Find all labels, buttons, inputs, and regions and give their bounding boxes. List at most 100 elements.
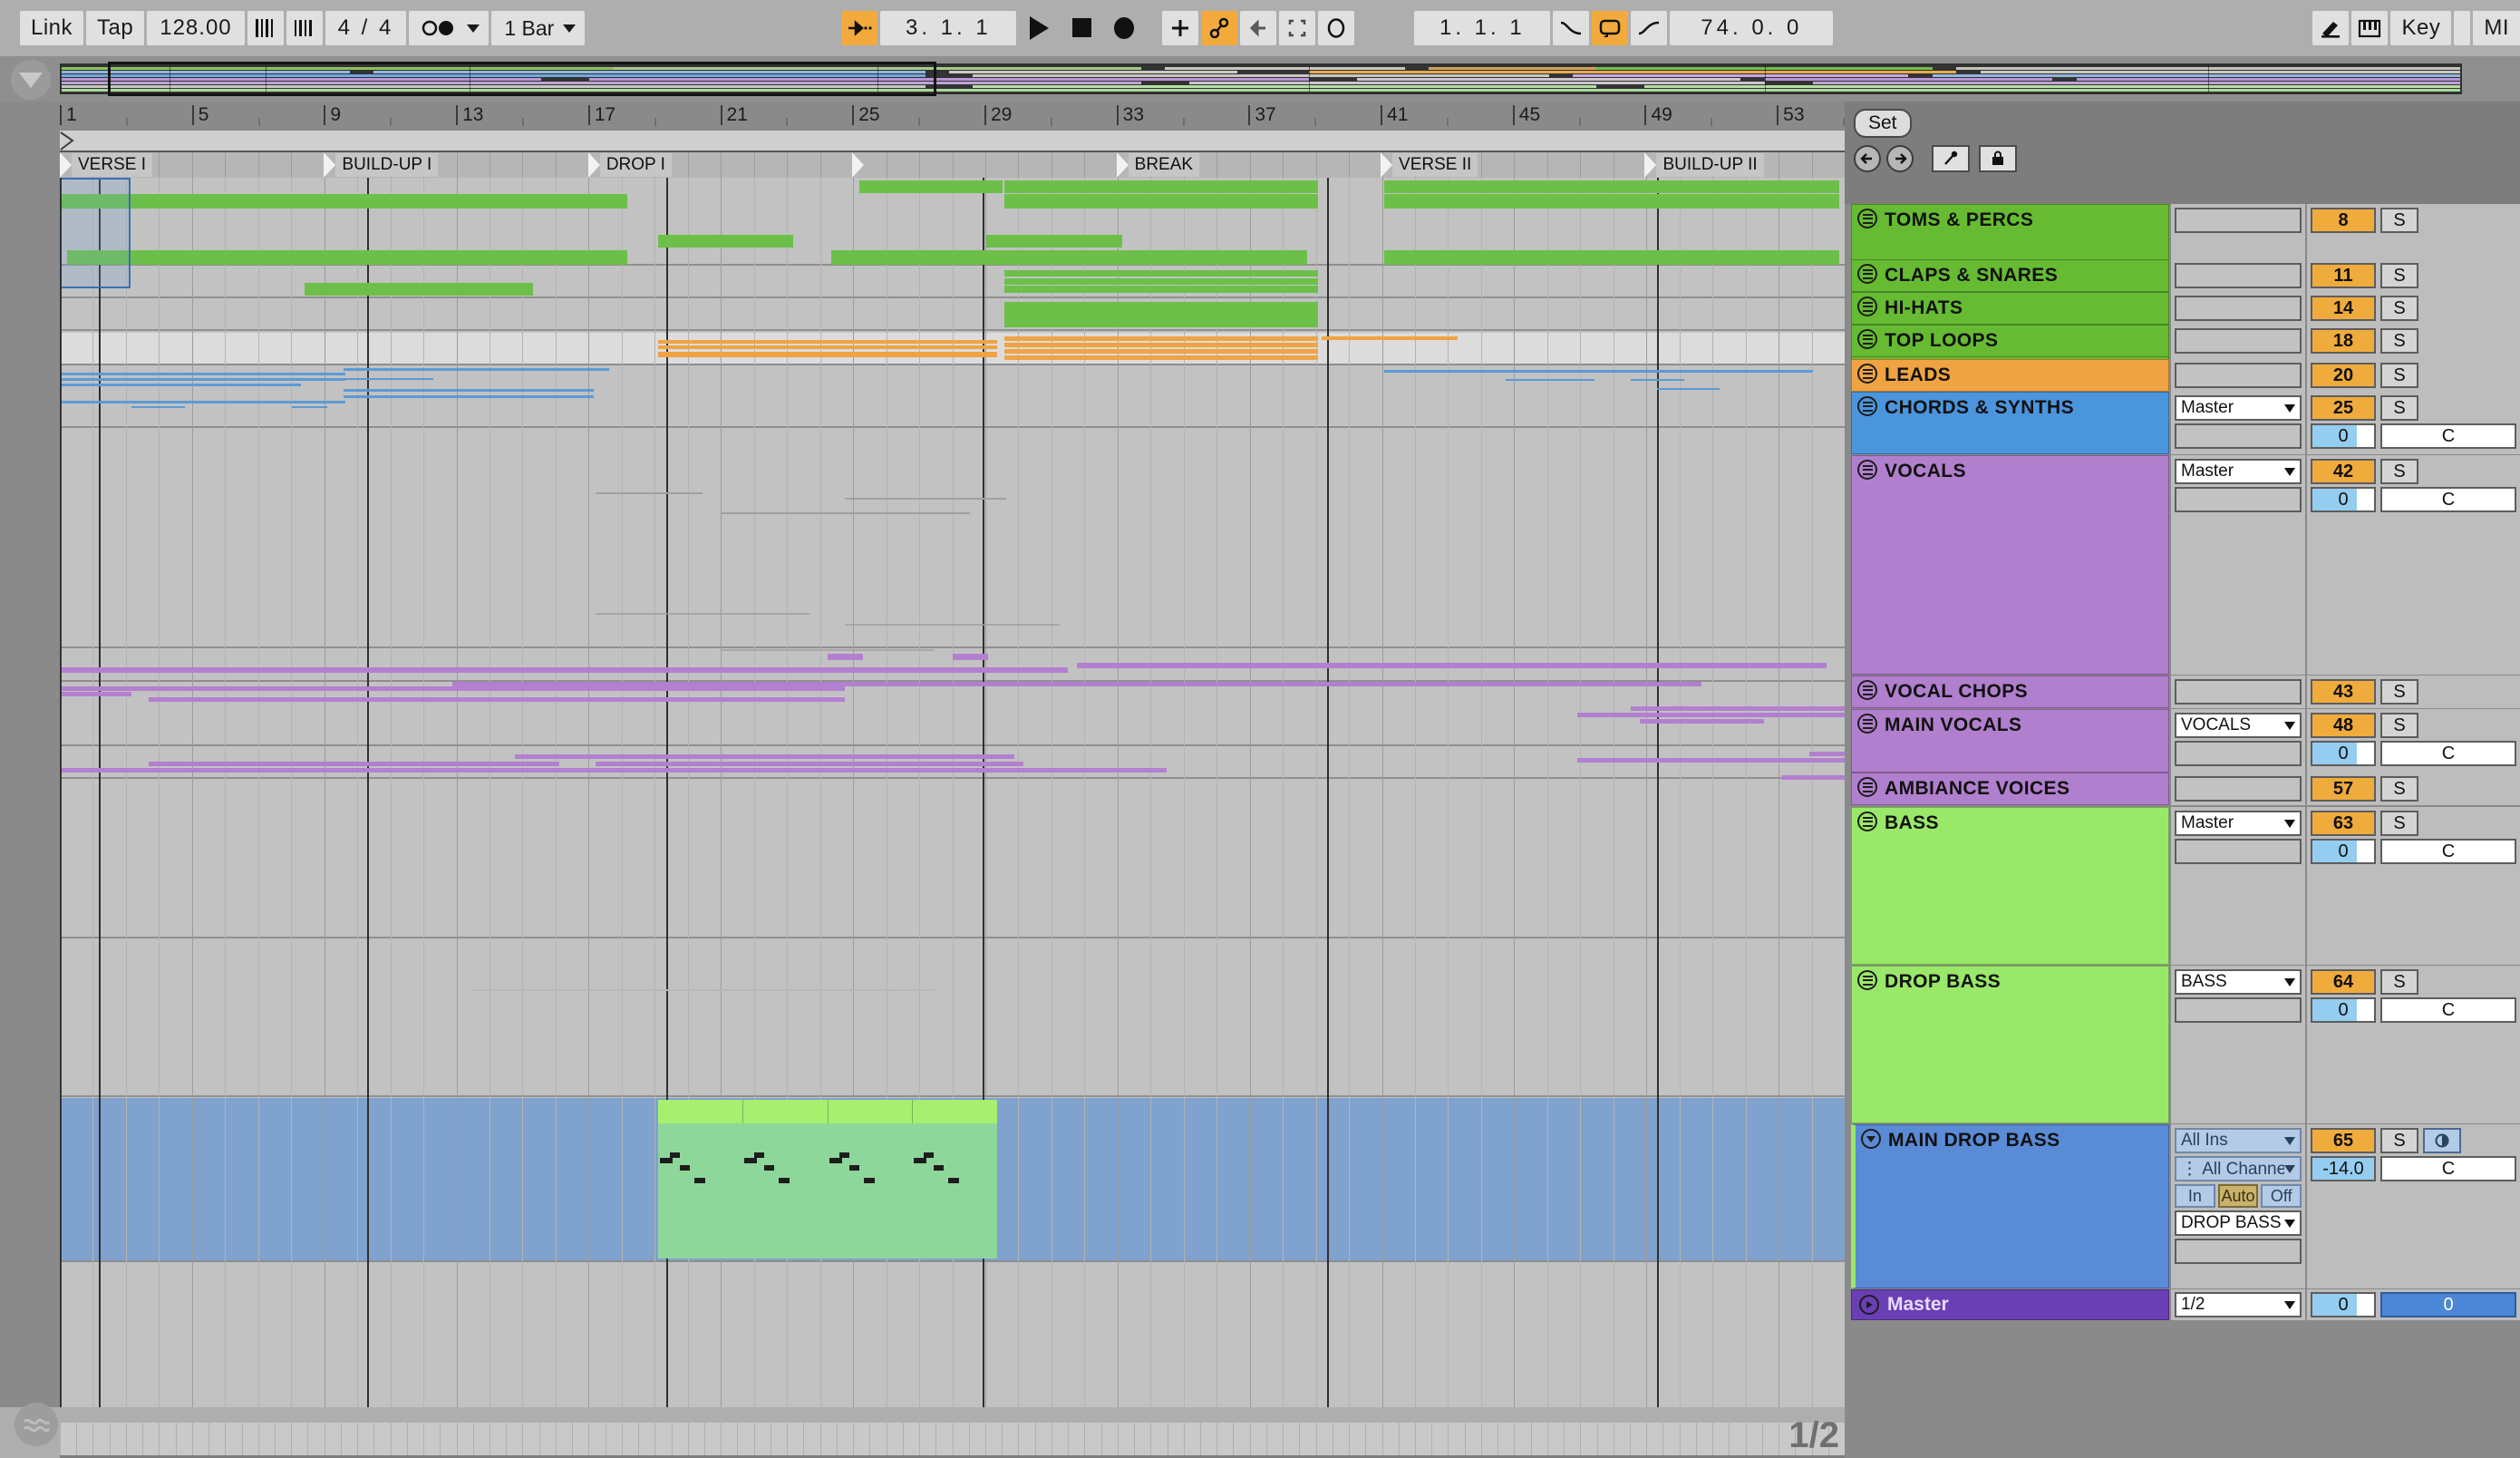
track-name-cell[interactable]: TOP LOOPS [1851,325,2169,357]
audio-clip[interactable] [149,697,846,702]
crossfade-assign-button[interactable]: C [2380,487,2516,512]
audio-clip[interactable] [1383,180,1840,193]
nudge-icon[interactable] [286,11,323,45]
track-strip[interactable]: CHORDS & SYNTHS Master 25 S 0 C [1851,392,2520,454]
audio-to-selector[interactable]: Master [2175,811,2302,836]
track-name-cell[interactable]: CLAPS & SNARES [1851,259,2169,292]
punch-out-icon[interactable] [1631,11,1668,45]
stop-icon[interactable] [1061,11,1101,45]
track-fold-icon[interactable] [1857,329,1877,349]
track-strip[interactable]: BASS Master 63 S 0 C [1851,807,2520,965]
track-volume[interactable]: 18 [2311,328,2376,354]
audio-clip[interactable] [344,378,433,380]
track-fold-icon[interactable] [1857,777,1877,797]
track-pan[interactable]: -14.0 [2311,1156,2376,1181]
audio-to-placeholder[interactable] [2175,296,2302,321]
track-volume[interactable]: 8 [2311,208,2376,233]
arrow-right-circle-icon[interactable] [1886,145,1914,172]
overdub-circle-icon[interactable] [1318,11,1355,45]
record-arm-icon[interactable] [2423,1128,2461,1153]
audio-clip[interactable] [60,768,1167,773]
audio-clip[interactable] [131,406,185,408]
solo-button[interactable]: S [2380,776,2418,802]
quantization-selector[interactable]: 1 Bar [491,11,586,45]
audio-clip[interactable] [60,373,346,375]
audio-clip[interactable] [1003,180,1319,193]
solo-button[interactable]: S [2380,811,2418,836]
track-pan[interactable]: 0 [2311,741,2376,766]
track-fold-icon[interactable] [1857,264,1877,284]
audio-clip[interactable] [657,352,997,357]
audio-clip[interactable] [344,395,594,398]
audio-clip[interactable] [1077,663,1827,668]
audio-clip[interactable] [1630,379,1684,381]
overview-minimap[interactable] [60,63,2462,94]
track-volume[interactable]: 11 [2311,263,2376,288]
track-fold-icon[interactable] [1857,364,1877,384]
audio-to-sub-placeholder[interactable] [2175,839,2302,864]
audio-clip[interactable] [859,180,1003,193]
audio-clip[interactable] [1639,719,1765,724]
audio-clip[interactable] [1383,194,1840,209]
track-fold-icon[interactable] [1857,714,1877,734]
crossfade-assign-button[interactable]: C [2380,839,2516,864]
midi-map-button[interactable]: MI [2473,11,2520,45]
monitor-auto-button[interactable]: Auto [2217,1184,2259,1208]
monitor-in-button[interactable]: In [2175,1184,2215,1208]
audio-clip[interactable] [657,345,997,349]
solo-button[interactable]: S [2380,969,2418,995]
audio-to-placeholder[interactable] [2175,776,2302,802]
audio-clip[interactable] [60,686,846,691]
track-name-cell[interactable]: MAIN DROP BASS [1851,1124,2169,1288]
audio-clip[interactable] [1003,270,1319,277]
track-name-cell[interactable]: VOCALS [1851,455,2169,675]
crossfade-assign-button[interactable]: C [2380,997,2516,1023]
time-signature-field[interactable]: 4 / 4 [325,11,407,45]
crossfade-assign-button[interactable]: C [2380,1156,2516,1181]
audio-to-placeholder[interactable] [2175,263,2302,288]
audio-clip[interactable] [1003,355,1319,360]
back-to-arrangement-icon[interactable] [1240,11,1277,45]
punch-in-icon[interactable] [1553,11,1590,45]
solo-button[interactable]: S [2380,363,2418,388]
midi-channel-selector[interactable]: ⋮ All Channels [2175,1156,2302,1181]
track-volume[interactable]: 43 [2311,679,2376,705]
record-icon[interactable] [1104,11,1144,45]
audio-clip[interactable] [952,654,988,660]
audio-clip[interactable] [1576,713,1845,717]
track-fold-icon[interactable] [1857,680,1877,700]
groove-amount-selector[interactable] [409,11,489,45]
key-map-button[interactable]: Key [2390,11,2452,45]
crossfade-assign-button[interactable]: C [2380,423,2516,449]
audio-clip[interactable] [470,989,935,991]
audio-clip[interactable] [985,235,1122,248]
audio-to-sub-placeholder[interactable] [2175,997,2302,1023]
locator-lane[interactable]: VERSE I BUILD-UP I DROP I BREAK VERSE II BUIL… [60,152,1879,178]
locator-marker[interactable]: BREAK [1116,152,1200,178]
locator-marker[interactable] [852,152,865,178]
audio-clip[interactable] [60,378,346,381]
track-strip[interactable]: DROP BASS BASS 64 S 0 C [1851,966,2520,1123]
audio-clip[interactable] [344,389,594,392]
locator-marker[interactable]: VERSE II [1381,152,1478,178]
master-name-cell[interactable]: Master [1851,1289,2169,1320]
automation-arm-icon[interactable] [1201,11,1238,45]
audio-clip[interactable] [344,194,628,209]
audio-to-sub-placeholder[interactable] [2175,423,2302,449]
audio-to-sub-placeholder[interactable] [2175,487,2302,512]
lock-icon[interactable] [1979,145,2017,172]
locator-marker[interactable]: VERSE I [60,152,152,178]
track-pan[interactable]: 0 [2311,423,2376,449]
audio-clip[interactable] [149,762,560,766]
track-fold-icon[interactable] [1857,970,1877,990]
audio-clip[interactable] [1003,343,1319,347]
track-clip-canvas[interactable] [60,178,1845,1407]
audio-to-placeholder[interactable] [2175,328,2302,354]
master-cue-out-selector[interactable]: 1/2 [2175,1292,2302,1317]
solo-button[interactable]: S [2380,1128,2418,1153]
audio-clip[interactable] [1383,250,1840,265]
monitor-off-button[interactable]: Off [2261,1184,2302,1208]
pencil-icon[interactable] [2312,11,2350,45]
track-volume[interactable]: 14 [2311,296,2376,321]
audio-to-selector[interactable]: DROP BASS [2175,1210,2302,1236]
